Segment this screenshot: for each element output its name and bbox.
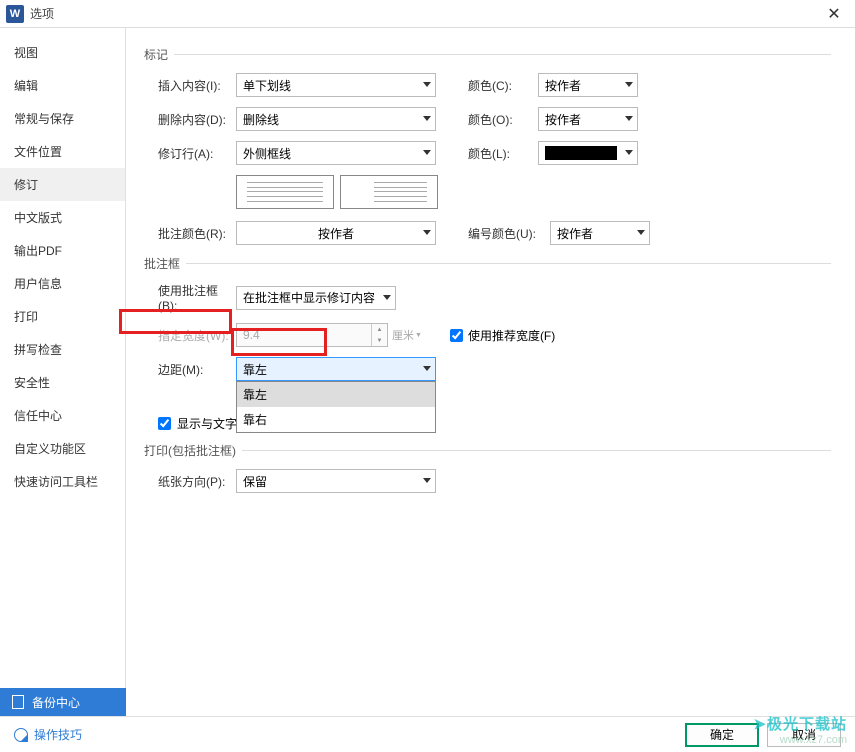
color-c-label: 颜色(C): bbox=[468, 77, 538, 94]
chevron-down-icon bbox=[383, 295, 391, 300]
margin-dropdown: 靠左 靠右 bbox=[236, 381, 436, 433]
orient-combo-value: 保留 bbox=[243, 473, 267, 490]
sidebar-item-print[interactable]: 打印 bbox=[0, 300, 125, 333]
sidebar: 视图 编辑 常规与保存 文件位置 修订 中文版式 输出PDF 用户信息 打印 拼… bbox=[0, 28, 126, 692]
app-icon: W bbox=[6, 5, 24, 23]
divider bbox=[174, 54, 831, 55]
sidebar-item-chinese-layout[interactable]: 中文版式 bbox=[0, 201, 125, 234]
chevron-down-icon bbox=[625, 116, 633, 121]
sidebar-item-view[interactable]: 视图 bbox=[0, 36, 125, 69]
number-color-value: 按作者 bbox=[557, 225, 593, 242]
chevron-down-icon bbox=[625, 150, 633, 155]
color-l-swatch bbox=[545, 146, 617, 160]
chevron-down-icon bbox=[423, 366, 431, 371]
chevron-down-icon bbox=[423, 230, 431, 235]
tips-link[interactable]: 操作技巧 bbox=[14, 726, 82, 743]
sidebar-item-quick-access[interactable]: 快速访问工具栏 bbox=[0, 465, 125, 498]
section-print-title: 打印(包括批注框) bbox=[144, 442, 236, 459]
delete-label: 删除内容(D): bbox=[158, 111, 236, 128]
insert-combo[interactable]: 单下划线 bbox=[236, 73, 436, 97]
margin-label: 边距(M): bbox=[158, 361, 236, 378]
insert-combo-value: 单下划线 bbox=[243, 77, 291, 94]
orient-label: 纸张方向(P): bbox=[158, 473, 236, 490]
color-l-combo[interactable] bbox=[538, 141, 638, 165]
chevron-down-icon bbox=[423, 82, 431, 87]
sidebar-item-security[interactable]: 安全性 bbox=[0, 366, 125, 399]
divider bbox=[186, 263, 831, 264]
comment-color-value: 按作者 bbox=[318, 225, 354, 242]
margin-option-right[interactable]: 靠右 bbox=[237, 407, 435, 432]
revline-preview-right bbox=[340, 175, 438, 209]
ok-button[interactable]: 确定 bbox=[685, 723, 759, 747]
use-balloon-combo[interactable]: 在批注框中显示修订内容 bbox=[236, 286, 396, 310]
number-color-label: 编号颜色(U): bbox=[468, 225, 550, 242]
section-balloon-title: 批注框 bbox=[144, 255, 180, 272]
backup-center-button[interactable]: 备份中心 bbox=[0, 688, 126, 716]
chevron-down-icon bbox=[637, 230, 645, 235]
titlebar: W 选项 ✕ bbox=[0, 0, 855, 28]
sidebar-item-edit[interactable]: 编辑 bbox=[0, 69, 125, 102]
cancel-button[interactable]: 取消 bbox=[767, 723, 841, 747]
tips-icon bbox=[14, 728, 28, 742]
chevron-down-icon bbox=[423, 150, 431, 155]
show-connector-checkbox[interactable] bbox=[158, 417, 171, 430]
sidebar-item-revision[interactable]: 修订 bbox=[0, 168, 125, 201]
orient-combo[interactable]: 保留 bbox=[236, 469, 436, 493]
width-value: 9.4 bbox=[243, 328, 260, 342]
footer: 操作技巧 确定 取消 bbox=[0, 716, 855, 752]
color-l-label: 颜色(L): bbox=[468, 145, 538, 162]
sidebar-item-spellcheck[interactable]: 拼写检查 bbox=[0, 333, 125, 366]
content-panel: 标记 插入内容(I): 单下划线 颜色(C): 按作者 删除内容(D): 删除线… bbox=[126, 28, 855, 692]
width-spinner: 9.4 ▲▼ bbox=[236, 323, 388, 347]
spinner-buttons: ▲▼ bbox=[371, 324, 387, 346]
chevron-down-icon: ▼ bbox=[415, 332, 422, 339]
color-o-label: 颜色(O): bbox=[468, 111, 538, 128]
revline-combo[interactable]: 外侧框线 bbox=[236, 141, 436, 165]
use-balloon-label: 使用批注框(B): bbox=[158, 282, 236, 313]
section-mark-title: 标记 bbox=[144, 46, 168, 63]
comment-color-combo[interactable]: 按作者 bbox=[236, 221, 436, 245]
backup-center-label: 备份中心 bbox=[32, 694, 80, 711]
delete-combo[interactable]: 删除线 bbox=[236, 107, 436, 131]
number-color-combo[interactable]: 按作者 bbox=[550, 221, 650, 245]
margin-combo[interactable]: 靠左 bbox=[236, 357, 436, 381]
margin-combo-value: 靠左 bbox=[243, 361, 267, 378]
divider bbox=[242, 450, 831, 451]
window-title: 选项 bbox=[30, 5, 819, 22]
sidebar-item-trust-center[interactable]: 信任中心 bbox=[0, 399, 125, 432]
chevron-down-icon bbox=[625, 82, 633, 87]
color-o-value: 按作者 bbox=[545, 111, 581, 128]
sidebar-item-user-info[interactable]: 用户信息 bbox=[0, 267, 125, 300]
revline-combo-value: 外侧框线 bbox=[243, 145, 291, 162]
comment-color-label: 批注颜色(R): bbox=[158, 225, 236, 242]
revline-label: 修订行(A): bbox=[158, 145, 236, 162]
color-c-combo[interactable]: 按作者 bbox=[538, 73, 638, 97]
sidebar-item-output-pdf[interactable]: 输出PDF bbox=[0, 234, 125, 267]
sidebar-item-general-save[interactable]: 常规与保存 bbox=[0, 102, 125, 135]
width-unit: 厘米 bbox=[392, 327, 414, 343]
backup-icon bbox=[12, 695, 24, 709]
chevron-down-icon bbox=[423, 478, 431, 483]
close-icon[interactable]: ✕ bbox=[819, 4, 849, 24]
delete-combo-value: 删除线 bbox=[243, 111, 279, 128]
tips-label: 操作技巧 bbox=[34, 726, 82, 743]
rec-width-checkbox[interactable] bbox=[450, 329, 463, 342]
sidebar-item-customize-ribbon[interactable]: 自定义功能区 bbox=[0, 432, 125, 465]
use-balloon-value: 在批注框中显示修订内容 bbox=[243, 289, 375, 306]
chevron-down-icon bbox=[423, 116, 431, 121]
color-o-combo[interactable]: 按作者 bbox=[538, 107, 638, 131]
sidebar-item-file-location[interactable]: 文件位置 bbox=[0, 135, 125, 168]
insert-label: 插入内容(I): bbox=[158, 77, 236, 94]
margin-option-left[interactable]: 靠左 bbox=[237, 382, 435, 407]
rec-width-label: 使用推荐宽度(F) bbox=[468, 327, 555, 344]
revline-preview-left bbox=[236, 175, 334, 209]
width-label: 指定宽度(W): bbox=[158, 327, 236, 344]
color-c-value: 按作者 bbox=[545, 77, 581, 94]
